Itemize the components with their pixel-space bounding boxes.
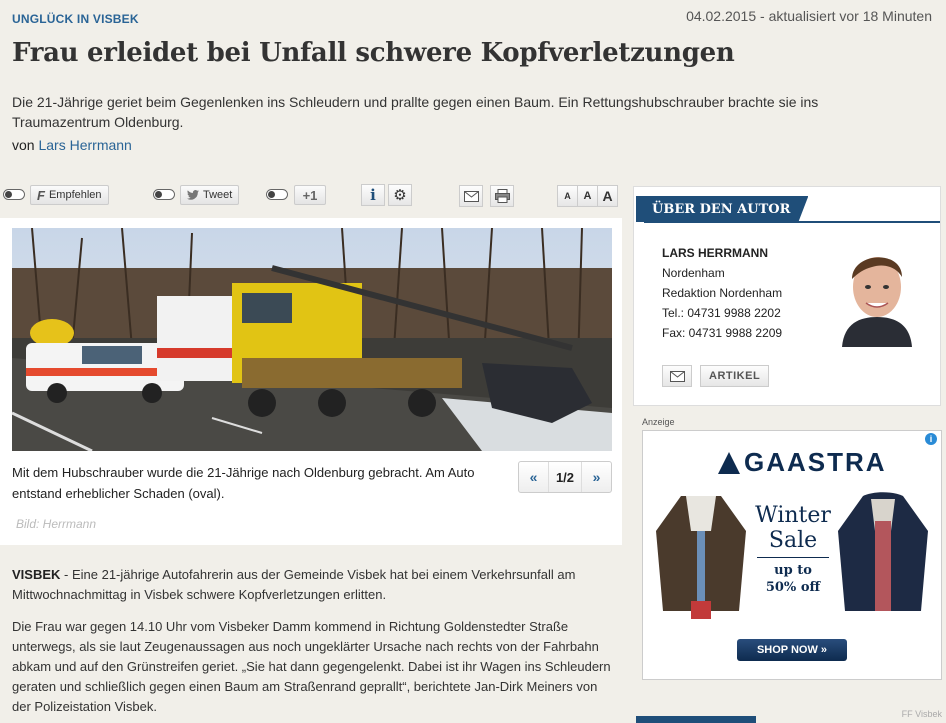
article-lead: - Eine 21-jährige Autofahrerin aus der G… [12,567,576,602]
print-button[interactable] [490,185,514,207]
author-info: LARS HERRMANN Nordenham Redaktion Norden… [662,243,782,343]
tweet-label: Tweet [203,189,233,201]
ad-brand-name: GAASTRA [744,447,887,477]
author-box-title: ÜBER DEN AUTOR [636,196,808,222]
facebook-recommend-button[interactable]: F Empfehlen [30,185,109,205]
author-photo [832,237,922,347]
article-topline[interactable]: UNGLÜCK IN VISBEK [12,12,139,26]
byline-prefix: von [12,137,35,153]
social-toolbar: F Empfehlen Tweet +1 i ⚙ A A A [0,183,625,209]
mail-icon [463,190,479,202]
ad-jacket-right [838,492,928,611]
article-paragraph: VISBEK - Eine 21-jährige Autofahrerin au… [12,565,616,605]
author-actions: ARTIKEL [662,365,770,387]
facebook-label: Empfehlen [48,189,102,201]
author-phone: Tel.: 04731 9988 2202 [662,306,781,320]
article-date: 04.02.2015 - aktualisiert vor 18 Minuten [686,8,932,24]
font-size-medium-button[interactable]: A [577,185,598,207]
facebook-toggle[interactable] [3,189,25,200]
twitter-icon [187,188,199,203]
author-box-divider [644,221,940,223]
author-link[interactable]: Lars Herrmann [38,137,131,153]
ad-jacket-left [656,496,746,619]
ad-winter-text: Winter [755,503,831,528]
advertisement[interactable]: i GAASTRA Winter Sale up to 50% off SHOP… [642,430,942,680]
byline: von Lars Herrmann [12,137,132,153]
gplus-label: +1 [302,187,318,203]
author-location: Nordenham [662,266,725,280]
article-teaser: Die 21-Jährige geriet beim Gegenlenken i… [12,94,819,130]
ad-sale-word: Sale [768,528,818,553]
ad-info-icon[interactable]: i [925,433,937,445]
tweet-button[interactable]: Tweet [180,185,240,205]
font-size-large-button[interactable]: A [597,185,618,207]
email-article-button[interactable] [459,185,483,207]
gallery-pager: « 1/2 » [518,461,612,493]
ad-sale-text: Winter Sale up to 50% off [753,503,833,596]
gplus-toggle[interactable] [266,189,288,200]
ad-brand: GAASTRA [718,447,887,478]
print-icon [494,189,510,203]
facebook-icon: F [37,187,45,203]
article-dateline: VISBEK [12,567,61,582]
info-icon: i [370,186,376,204]
article-headline: Frau erleidet bei Unfall schwere Kopfver… [12,38,735,68]
author-department: Redaktion Nordenham [662,286,783,300]
sidebar-next-section-tab [636,716,756,723]
ad-discount: 50% off [765,580,821,595]
author-fax: Fax: 04731 9988 2209 [662,326,783,340]
image-watermark: FF Visbek [901,709,942,719]
author-box: ÜBER DEN AUTOR LARS HERRMANN Nordenham R… [633,186,941,406]
gear-icon: ⚙ [393,187,407,204]
gallery-next-button[interactable]: » [582,462,611,492]
ad-divider [757,557,829,558]
gallery-prev-button[interactable]: « [519,462,548,492]
author-articles-button[interactable]: ARTIKEL [700,365,770,387]
mail-icon [669,370,685,382]
media-gallery: Mit dem Hubschrauber wurde die 21-Jährig… [0,218,622,545]
gallery-counter: 1/2 [548,462,582,492]
info-button[interactable]: i [361,184,385,206]
article-paragraph: Die Frau war gegen 14.10 Uhr vom Visbeke… [12,619,611,714]
photo-caption: Mit dem Hubschrauber wurde die 21-Jährig… [12,465,475,501]
brand-logo-icon [718,451,740,474]
ad-up-to: up to [774,563,812,578]
ad-label: Anzeige [642,417,675,427]
font-size-small-button[interactable]: A [557,185,578,207]
article-body: VISBEK - Eine 21-jährige Autofahrerin au… [12,565,616,723]
author-mail-button[interactable] [662,365,692,387]
twitter-toggle[interactable] [153,189,175,200]
gplus-button[interactable]: +1 [294,185,326,205]
settings-button[interactable]: ⚙ [388,184,412,206]
accident-photo[interactable] [12,228,612,451]
author-name: LARS HERRMANN [662,246,768,260]
ad-shop-now-button[interactable]: SHOP NOW » [737,639,847,661]
photo-credit: Bild: Herrmann [16,517,97,531]
